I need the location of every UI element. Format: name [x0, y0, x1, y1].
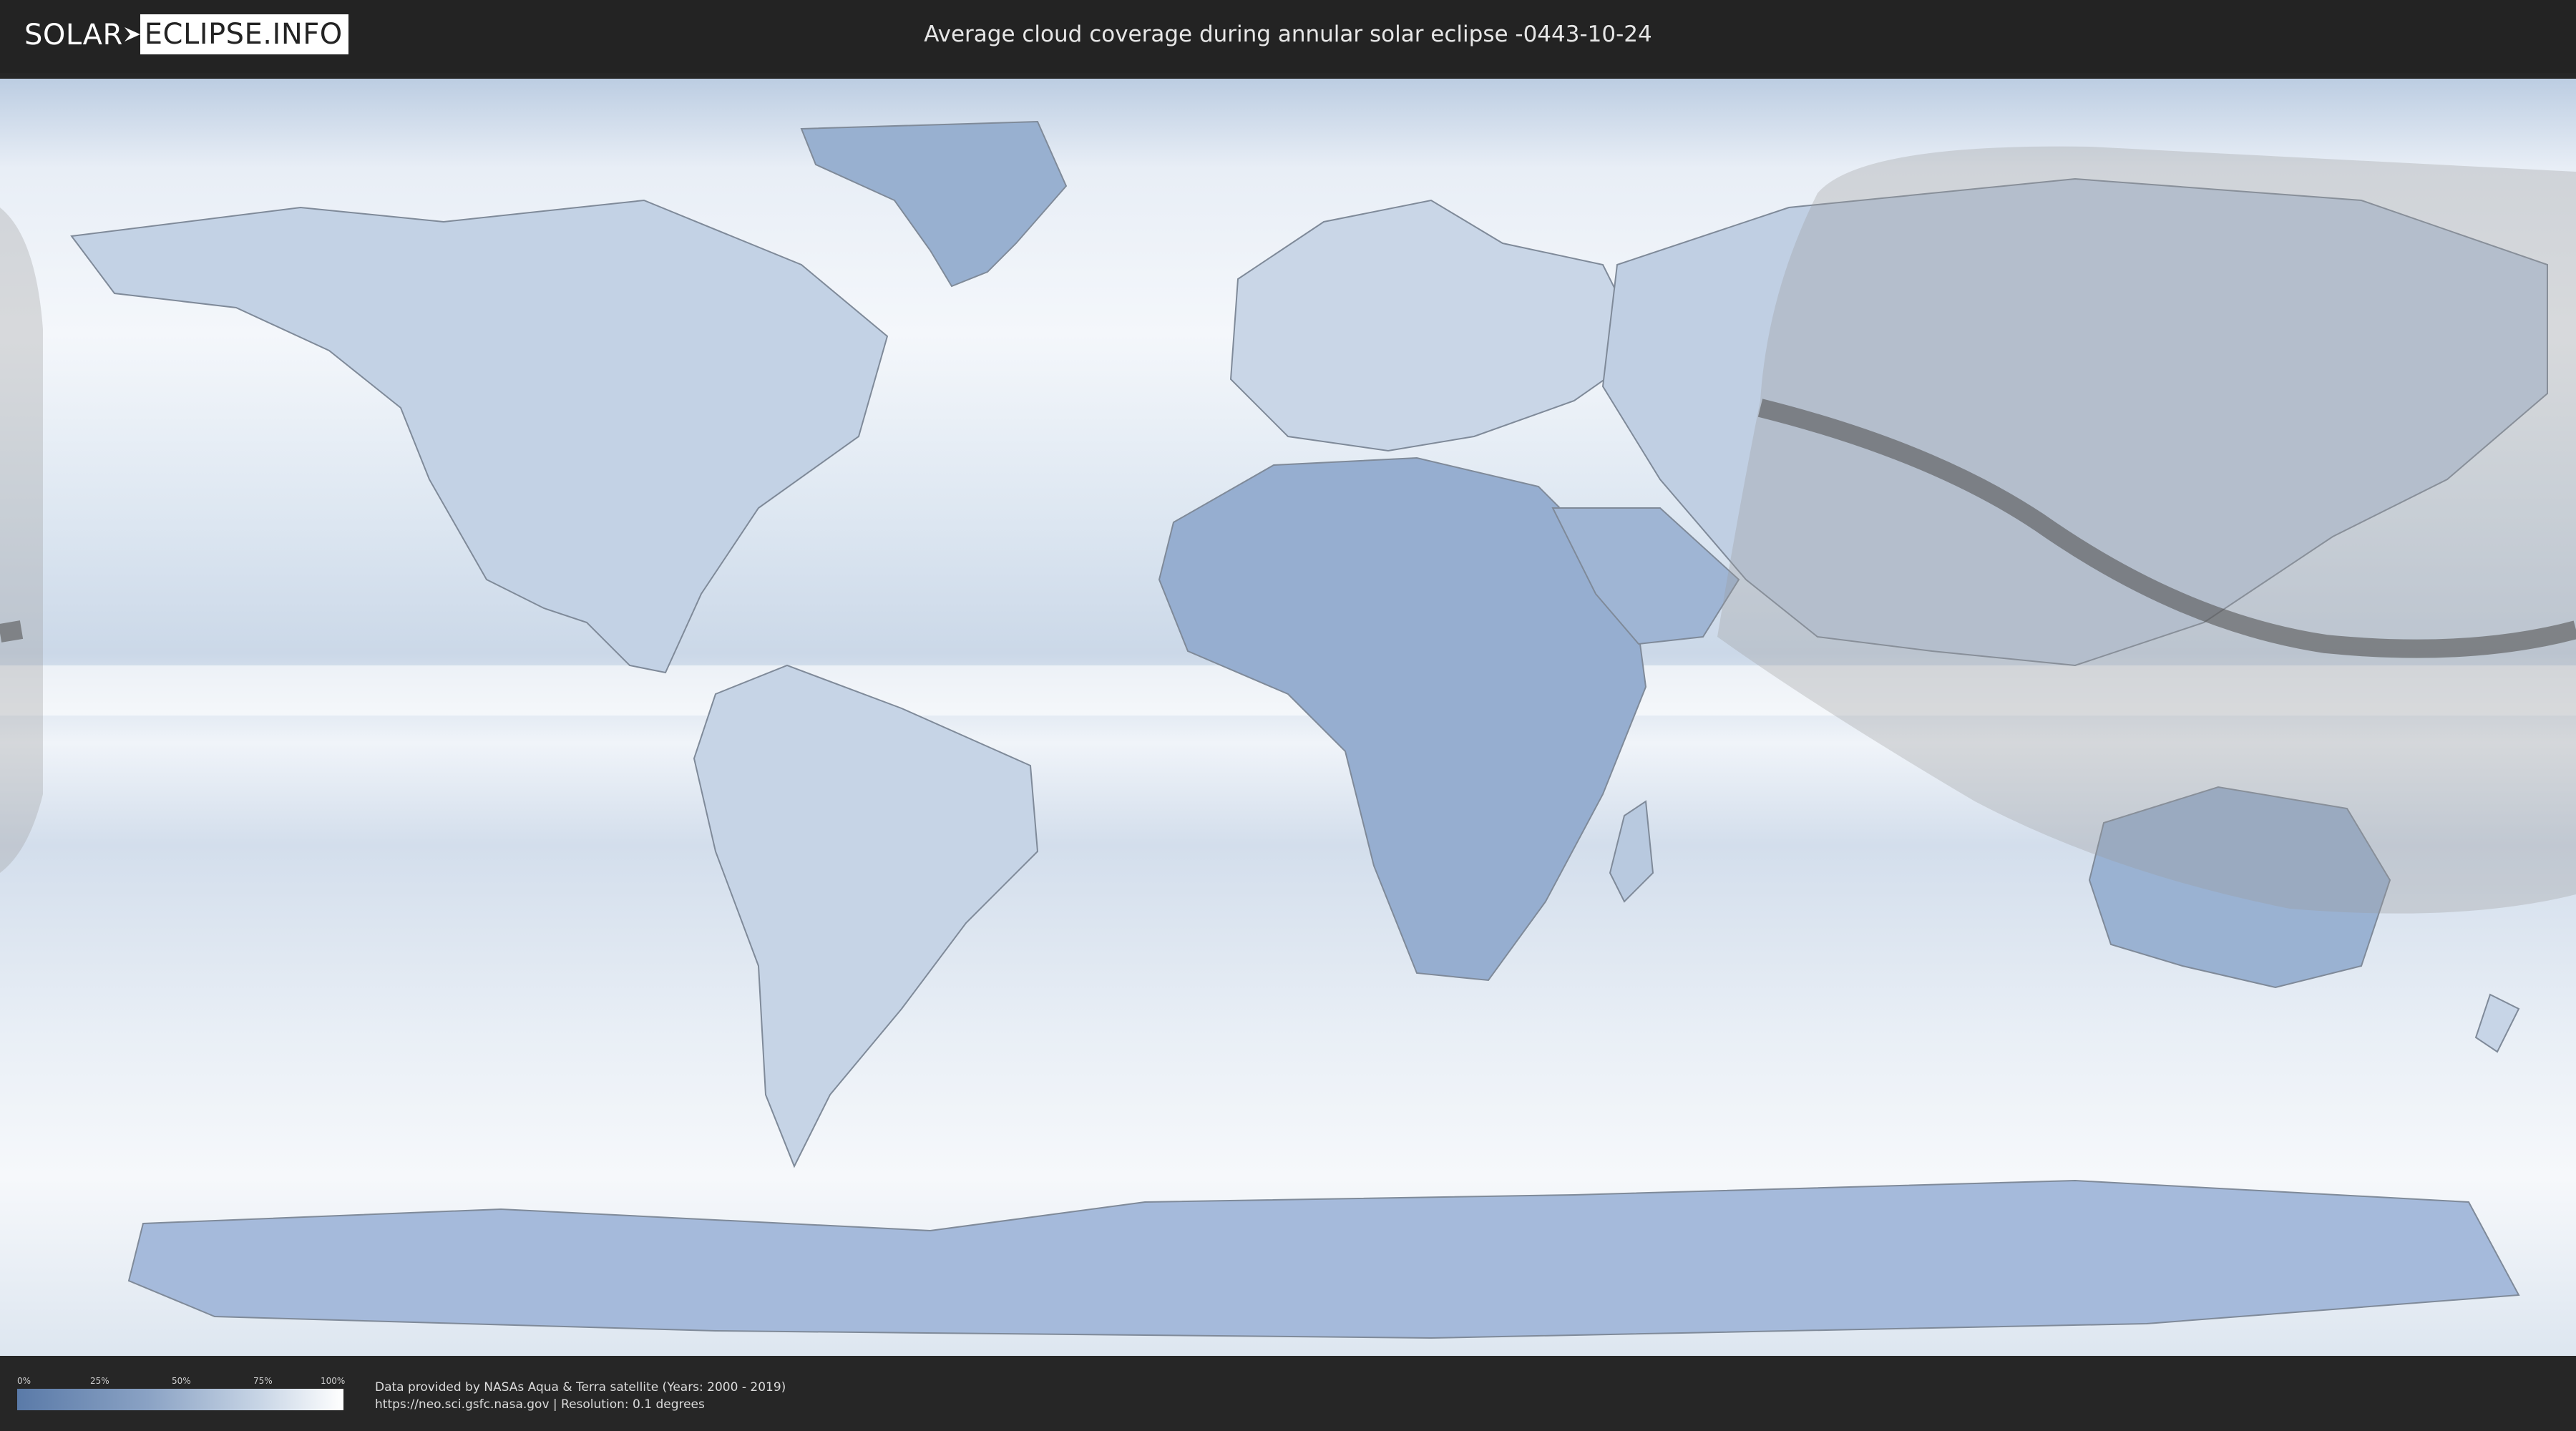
legend-color-bar [17, 1389, 343, 1410]
page-title: Average cloud coverage during annular so… [924, 21, 1652, 47]
legend-tick-100: 100% [321, 1376, 346, 1386]
data-credits: Data provided by NASAs Aqua & Terra sate… [375, 1379, 786, 1413]
footer-bar: 0% 25% 50% 75% 100% Data provided by NAS… [0, 1356, 2576, 1431]
credits-line-1: Data provided by NASAs Aqua & Terra sate… [375, 1380, 786, 1395]
legend-ticks: 0% 25% 50% 75% 100% [17, 1376, 346, 1389]
world-map-svg [0, 79, 2576, 1356]
annularity-path-west [0, 620, 24, 643]
cloud-coverage-legend: 0% 25% 50% 75% 100% [17, 1376, 346, 1410]
credits-line-2: https://neo.sci.gsfc.nasa.gov | Resoluti… [375, 1397, 705, 1412]
legend-tick-25: 25% [90, 1376, 109, 1386]
legend-tick-50: 50% [172, 1376, 191, 1386]
header-bar: SOLAR ECLIPSE.INFO Average cloud coverag… [0, 0, 2576, 73]
legend-tick-75: 75% [253, 1376, 273, 1386]
eclipse-visibility-region-west [0, 207, 43, 873]
legend-tick-0: 0% [17, 1376, 31, 1386]
cloud-coverage-map[interactable] [0, 79, 2576, 1356]
